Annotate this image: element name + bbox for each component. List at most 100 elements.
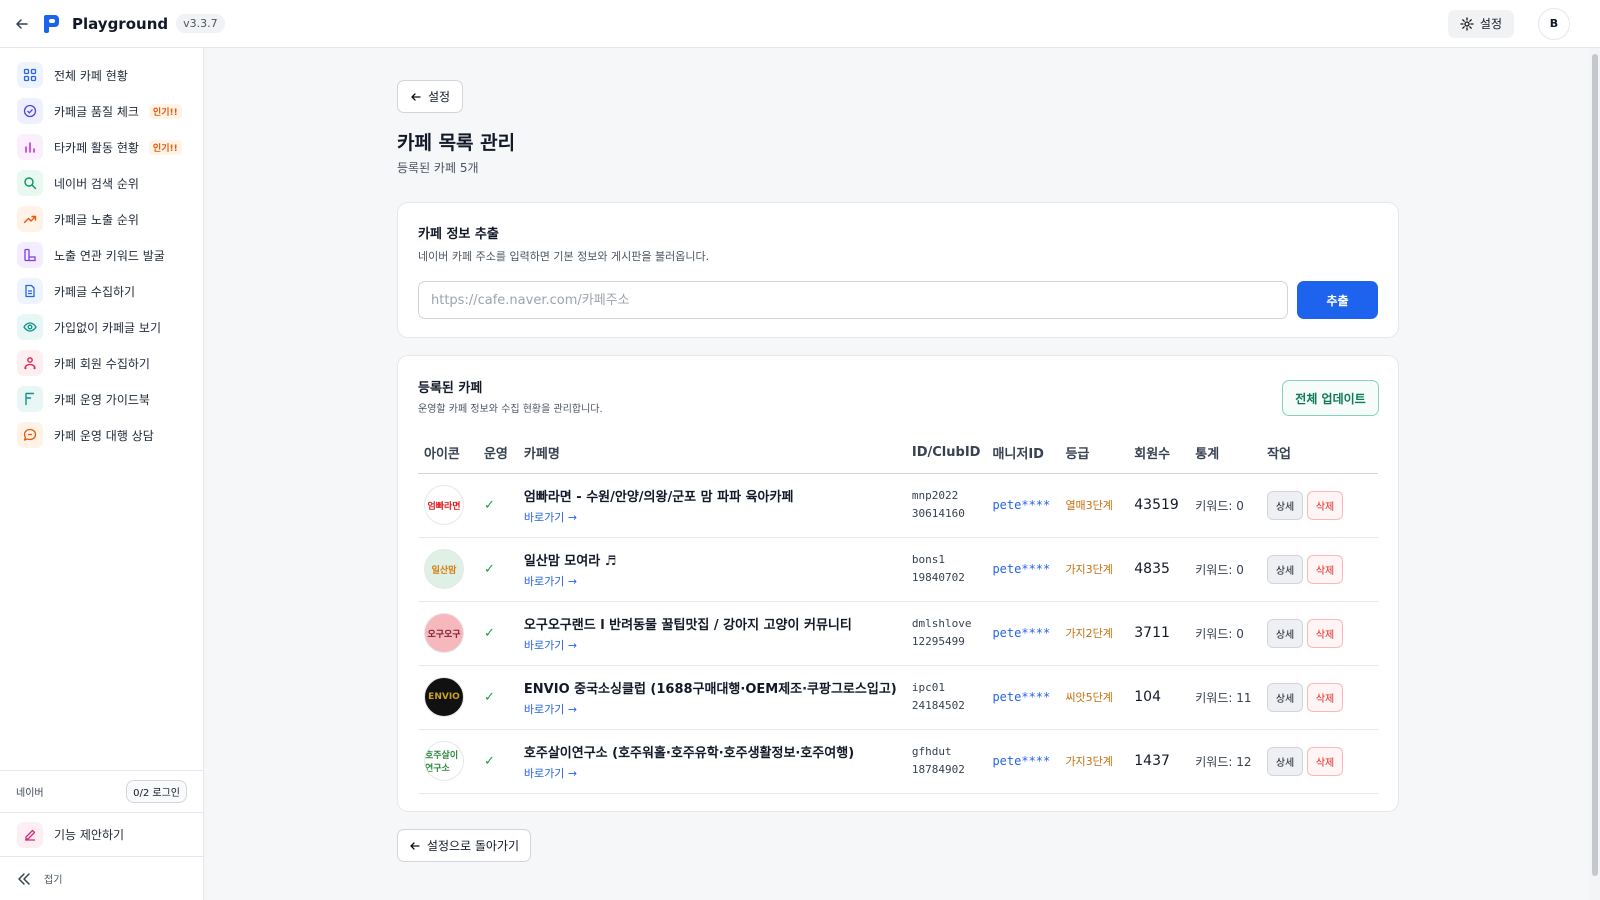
sidebar-item-5[interactable]: 노출 연관 키워드 발굴 xyxy=(0,237,203,273)
sidebar-item-9[interactable]: 카페 운영 가이드북 xyxy=(0,381,203,417)
login-status-badge[interactable]: 0/2 로그인 xyxy=(126,780,187,803)
naver-login-row: 네이버 0/2 로그인 xyxy=(0,770,203,812)
sidebar-item-label: 카페 운영 가이드북 xyxy=(54,392,150,407)
cafe-icon: 엄빠라면 xyxy=(424,485,464,525)
cafe-url-input[interactable] xyxy=(418,281,1288,319)
keyword-icon xyxy=(17,242,43,268)
cafe-icon-text: ENVIO xyxy=(428,692,460,702)
registered-title: 등록된 카페 xyxy=(418,381,483,396)
suggest-feature-button[interactable]: 기능 제안하기 xyxy=(0,812,203,856)
operating-cell: ✓ xyxy=(477,473,518,538)
sidebar-item-label: 카페 회원 수집하기 xyxy=(54,356,150,371)
id-cell: bons1 19840702 xyxy=(905,537,987,602)
search-icon xyxy=(17,170,43,196)
detail-button[interactable]: 상세 xyxy=(1267,490,1304,520)
manager-cell: pete**** xyxy=(986,729,1060,794)
members-cell: 4835 xyxy=(1128,537,1190,602)
sidebar-item-label: 카페 운영 대행 상담 xyxy=(54,428,154,443)
settings-button[interactable]: 설정 xyxy=(1447,9,1514,38)
detail-button[interactable]: 상세 xyxy=(1267,554,1304,584)
sidebar-item-7[interactable]: 가입없이 카페글 보기 xyxy=(0,309,203,345)
sidebar-item-0[interactable]: 전체 카페 현황 xyxy=(0,57,203,93)
delete-button[interactable]: 삭제 xyxy=(1307,554,1344,584)
name-cell: 오구오구랜드 l 반려동물 꿀팁맛집 / 강아지 고양이 커뮤니티 바로가기 → xyxy=(517,601,906,666)
grade-cell: 열매3단계 xyxy=(1059,473,1129,538)
detail-button[interactable]: 상세 xyxy=(1267,618,1304,648)
popular-badge: 인기!! xyxy=(148,103,182,119)
manager-cell: pete**** xyxy=(986,537,1060,602)
collapse-sidebar-button[interactable]: 접기 xyxy=(0,856,203,900)
extract-description: 네이버 카페 주소를 입력하면 기본 정보와 게시판을 불러옵니다. xyxy=(418,250,710,263)
sidebar: 전체 카페 현황 카페글 품질 체크 인기!! 타카페 활동 현황 인기!! 네이버 검색… xyxy=(0,48,204,900)
manager-cell: pete**** xyxy=(986,601,1060,666)
sidebar-item-2[interactable]: 타카페 활동 현황 인기!! xyxy=(0,129,203,165)
shortcut-link[interactable]: 바로가기 → xyxy=(524,509,577,525)
members-cell: 1437 xyxy=(1128,729,1190,794)
column-header: 회원수 xyxy=(1128,433,1190,474)
column-header: 등급 xyxy=(1059,433,1129,474)
back-to-settings-button[interactable]: 설정으로 돌아가기 xyxy=(397,829,531,862)
back-label: 설정 xyxy=(427,90,451,104)
extract-title: 카페 정보 추출 xyxy=(418,227,499,242)
detail-button[interactable]: 상세 xyxy=(1267,746,1304,776)
grade-cell: 가지2단계 xyxy=(1059,601,1129,666)
id-cell: mnp2022 30614160 xyxy=(905,473,987,538)
check-icon: ✓ xyxy=(483,497,495,513)
column-header: ID/ClubID xyxy=(905,433,987,474)
column-header: 카페명 xyxy=(517,433,906,474)
cafe-icon-text: 일산맘 xyxy=(431,565,457,576)
delete-button[interactable]: 삭제 xyxy=(1307,490,1344,520)
sidebar-item-label: 타카페 활동 현황 xyxy=(54,140,139,155)
scrollbar-thumb[interactable] xyxy=(1592,54,1598,876)
operating-cell: ✓ xyxy=(477,601,518,666)
name-cell: 일산맘 모여라 ♬ 바로가기 → xyxy=(517,537,906,602)
sidebar-item-3[interactable]: 네이버 검색 순위 xyxy=(0,165,203,201)
icon-cell: 오구오구 xyxy=(418,601,478,666)
scrollbar[interactable] xyxy=(1590,48,1600,900)
cafe-id: dmlshlove xyxy=(911,617,972,630)
cafe-name: ENVIO 중국소싱클럽 (1688구매대행·OEM제조·쿠팡그로스입고) xyxy=(523,681,897,697)
avatar[interactable]: B xyxy=(1538,7,1570,40)
cafe-name: 호주살이연구소 (호주워홀·호주유학·호주생활정보·호주여행) xyxy=(523,745,855,761)
delete-button[interactable]: 삭제 xyxy=(1307,746,1344,776)
delete-button[interactable]: 삭제 xyxy=(1307,618,1344,648)
arrow-left-icon xyxy=(410,841,420,850)
operating-cell: ✓ xyxy=(477,729,518,794)
delete-button[interactable]: 삭제 xyxy=(1307,682,1344,712)
table-row: 호주살이연구소 ✓ 호주살이연구소 (호주워홀·호주유학·호주생활정보·호주여행… xyxy=(418,729,1378,794)
sidebar-item-1[interactable]: 카페글 품질 체크 인기!! xyxy=(0,93,203,129)
manager-id: pete**** xyxy=(992,497,1051,512)
shortcut-link[interactable]: 바로가기 → xyxy=(524,637,577,653)
table-row: 일산맘 ✓ 일산맘 모여라 ♬ 바로가기 → bons1 19840702 pe… xyxy=(418,537,1378,602)
shortcut-link[interactable]: 바로가기 → xyxy=(524,573,577,589)
grade-label: 가지3단계 xyxy=(1065,755,1113,768)
sidebar-item-8[interactable]: 카페 회원 수집하기 xyxy=(0,345,203,381)
back-to-settings-label: 설정으로 돌아가기 xyxy=(426,839,520,853)
settings-label: 설정 xyxy=(1479,17,1502,31)
id-cell: dmlshlove 12295499 xyxy=(905,601,987,666)
shortcut-link[interactable]: 바로가기 → xyxy=(524,701,577,717)
update-all-button[interactable]: 전체 업데이트 xyxy=(1282,380,1379,416)
keyword-stats: 키워드: 0 xyxy=(1195,562,1244,577)
back-arrow-icon[interactable] xyxy=(14,16,30,32)
sidebar-item-label: 가입없이 카페글 보기 xyxy=(54,320,161,335)
check-icon: ✓ xyxy=(483,625,495,641)
manager-id: pete**** xyxy=(992,689,1051,704)
shortcut-link[interactable]: 바로가기 → xyxy=(524,765,577,781)
detail-button[interactable]: 상세 xyxy=(1267,682,1304,712)
registered-description: 운영할 카페 정보와 수집 현황을 관리합니다. xyxy=(418,404,603,415)
sidebar-item-10[interactable]: 카페 운영 대행 상담 xyxy=(0,417,203,453)
back-button[interactable]: 설정 xyxy=(397,80,463,113)
version-badge: v3.3.7 xyxy=(176,14,225,33)
member-count: 1437 xyxy=(1134,753,1170,769)
sidebar-item-4[interactable]: 카페글 노출 순위 xyxy=(0,201,203,237)
cafe-id: gfhdut xyxy=(911,745,952,758)
sidebar-item-6[interactable]: 카페글 수집하기 xyxy=(0,273,203,309)
sidebar-item-label: 네이버 검색 순위 xyxy=(54,176,139,191)
extract-button[interactable]: 추출 xyxy=(1297,281,1378,319)
chat-icon xyxy=(17,422,43,448)
table-body: 엄빠라면 ✓ 엄빠라면 - 수원/안양/의왕/군포 맘 파파 육아카페 바로가기… xyxy=(418,473,1378,794)
cafe-name: 엄빠라면 - 수원/안양/의왕/군포 맘 파파 육아카페 xyxy=(523,489,794,505)
name-cell: 호주살이연구소 (호주워홀·호주유학·호주생활정보·호주여행) 바로가기 → xyxy=(517,729,906,794)
member-count: 4835 xyxy=(1134,561,1170,577)
